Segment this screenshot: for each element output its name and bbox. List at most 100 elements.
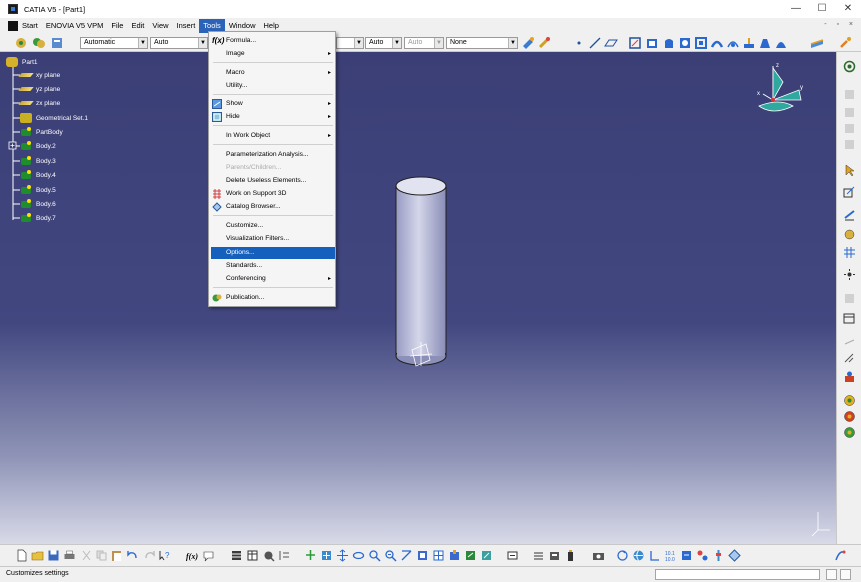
- menu-item-customize[interactable]: Customize...: [211, 220, 335, 232]
- painter-icon[interactable]: [521, 36, 535, 50]
- menu-item-work-on-support-3d[interactable]: Work on Support 3D: [211, 188, 335, 200]
- apply-material-icon[interactable]: [843, 228, 856, 241]
- analysis-icon[interactable]: [680, 549, 693, 562]
- slot-icon[interactable]: [726, 36, 740, 50]
- measure-icon[interactable]: [810, 36, 824, 50]
- new-file-icon[interactable]: [15, 549, 28, 562]
- grid-icon[interactable]: [843, 246, 856, 259]
- properties-icon[interactable]: [50, 36, 64, 50]
- point-icon[interactable]: [572, 36, 586, 50]
- rib-icon[interactable]: [710, 36, 724, 50]
- catalog-browser-icon[interactable]: [728, 549, 741, 562]
- compass-icon[interactable]: z y x: [745, 60, 807, 122]
- fly-mode-icon[interactable]: [320, 549, 333, 562]
- tree-node-partbody[interactable]: PartBody: [20, 126, 63, 138]
- design-table-icon[interactable]: [246, 549, 259, 562]
- menu-item-macro[interactable]: Macro ▸: [211, 67, 335, 79]
- linetype-combo[interactable]: ▼: [336, 37, 364, 49]
- paste-icon[interactable]: [110, 549, 123, 562]
- color-combo[interactable]: Automatic ▼: [80, 37, 148, 49]
- measure-item-icon[interactable]: [843, 208, 856, 221]
- menu-item-publication[interactable]: Publication...: [211, 292, 335, 304]
- table-icon[interactable]: [230, 549, 243, 562]
- snap-icon[interactable]: [843, 268, 856, 281]
- wireframe-icon[interactable]: [843, 426, 856, 439]
- zoom-in-icon[interactable]: [368, 549, 381, 562]
- stiffener-icon[interactable]: [742, 36, 756, 50]
- menu-item-hide[interactable]: Hide ▸: [211, 111, 335, 123]
- catalog-2-icon[interactable]: [548, 549, 561, 562]
- cylinder-solid[interactable]: [392, 174, 452, 368]
- sync-icon[interactable]: [616, 549, 629, 562]
- cut-icon[interactable]: [80, 549, 93, 562]
- tree-node-part1[interactable]: Part1: [6, 56, 38, 68]
- status-button[interactable]: [826, 569, 837, 580]
- view-mode-icon[interactable]: [448, 549, 461, 562]
- status-button[interactable]: [840, 569, 851, 580]
- normal-view-icon[interactable]: [400, 549, 413, 562]
- slider-icon[interactable]: [712, 549, 725, 562]
- swap-visible-icon[interactable]: [506, 549, 519, 562]
- 3d-viewport[interactable]: Part1 xy plane yz plane zx plane Geometr…: [0, 52, 836, 544]
- print-icon[interactable]: [63, 549, 76, 562]
- shaft-icon[interactable]: [662, 36, 676, 50]
- maximize-button[interactable]: ☐: [810, 2, 834, 16]
- select-icon[interactable]: [843, 164, 856, 177]
- menu-item-parameterization-analysis[interactable]: Parameterization Analysis...: [211, 149, 335, 161]
- tools-palette-icon[interactable]: [696, 549, 709, 562]
- loft-icon[interactable]: [774, 36, 788, 50]
- sketcher-icon[interactable]: [628, 36, 642, 50]
- knowledge-icon[interactable]: [838, 36, 852, 50]
- tree-node-xy-plane[interactable]: xy plane: [18, 69, 60, 81]
- transparency-combo[interactable]: Auto ▼: [150, 37, 208, 49]
- point-symbol-combo[interactable]: Auto ▼: [404, 37, 444, 49]
- layer-combo[interactable]: None ▼: [446, 37, 518, 49]
- comment-icon[interactable]: [202, 549, 215, 562]
- line-icon[interactable]: [588, 36, 602, 50]
- menu-edit[interactable]: Edit: [127, 19, 148, 33]
- zoom-out-icon[interactable]: [384, 549, 397, 562]
- tool-icon[interactable]: [843, 352, 856, 365]
- menu-item-options[interactable]: Options...: [211, 247, 335, 259]
- brush-icon[interactable]: [537, 36, 551, 50]
- menu-item-catalog-browser[interactable]: Catalog Browser...: [211, 201, 335, 213]
- multi-view-icon[interactable]: [432, 549, 445, 562]
- menu-insert[interactable]: Insert: [173, 19, 200, 33]
- orbit-icon[interactable]: [352, 549, 365, 562]
- copy-icon[interactable]: [95, 549, 108, 562]
- rule-icon[interactable]: [278, 549, 291, 562]
- menu-item-delete-useless-elements[interactable]: Delete Useless Elements...: [211, 175, 335, 187]
- shading-icon[interactable]: [843, 394, 856, 407]
- bottle-icon[interactable]: [564, 549, 577, 562]
- mdi-window-controls[interactable]: - ▫ ×: [824, 21, 857, 28]
- menu-item-standards[interactable]: Standards...: [211, 260, 335, 272]
- menu-item-utility[interactable]: Utility...: [211, 80, 335, 92]
- menu-view[interactable]: View: [148, 19, 172, 33]
- formula-toolbar-icon[interactable]: f(x): [186, 549, 199, 562]
- hide-show-icon[interactable]: [480, 549, 493, 562]
- law-icon[interactable]: [262, 549, 275, 562]
- menu-start[interactable]: Start: [18, 19, 42, 33]
- pad-icon[interactable]: [645, 36, 659, 50]
- undo-icon[interactable]: [126, 549, 139, 562]
- menu-item-image[interactable]: Image ▸: [211, 48, 335, 60]
- command-input[interactable]: [655, 569, 820, 580]
- workbench-icon[interactable]: [14, 36, 28, 50]
- sample-icon[interactable]: [843, 370, 856, 383]
- axis-icon[interactable]: [648, 549, 661, 562]
- quick-view-icon[interactable]: [416, 549, 429, 562]
- coordinates-icon[interactable]: 10.110.0: [664, 549, 677, 562]
- menu-item-formula[interactable]: f(x) Formula...: [211, 35, 335, 47]
- menu-file[interactable]: File: [107, 19, 127, 33]
- drafting-icon[interactable]: [843, 186, 856, 199]
- view-mode-2-icon[interactable]: [464, 549, 477, 562]
- save-icon[interactable]: [47, 549, 60, 562]
- menu-enovia[interactable]: ENOVIA V5 VPM: [42, 19, 108, 33]
- tree-node-body5[interactable]: Body.5: [20, 184, 56, 196]
- pan-icon[interactable]: [304, 549, 317, 562]
- catalog-toolbar-icon[interactable]: [532, 549, 545, 562]
- tree-node-body4[interactable]: Body.4: [20, 169, 56, 181]
- pocket-icon[interactable]: [694, 36, 708, 50]
- start-menu-icon[interactable]: [8, 21, 18, 31]
- fit-all-icon[interactable]: [843, 60, 856, 73]
